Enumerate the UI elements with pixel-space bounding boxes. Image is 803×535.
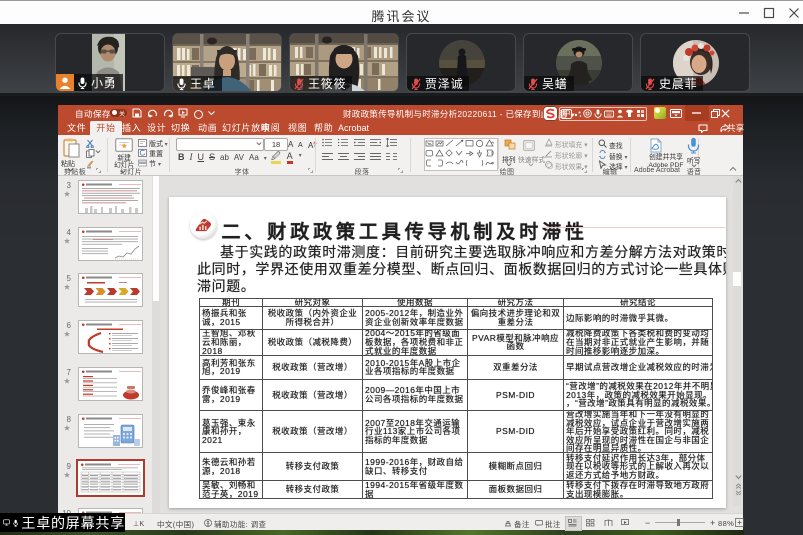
svg-text:A: A <box>298 142 303 148</box>
svg-text:A: A <box>288 140 294 148</box>
svg-text:A: A <box>308 141 314 149</box>
